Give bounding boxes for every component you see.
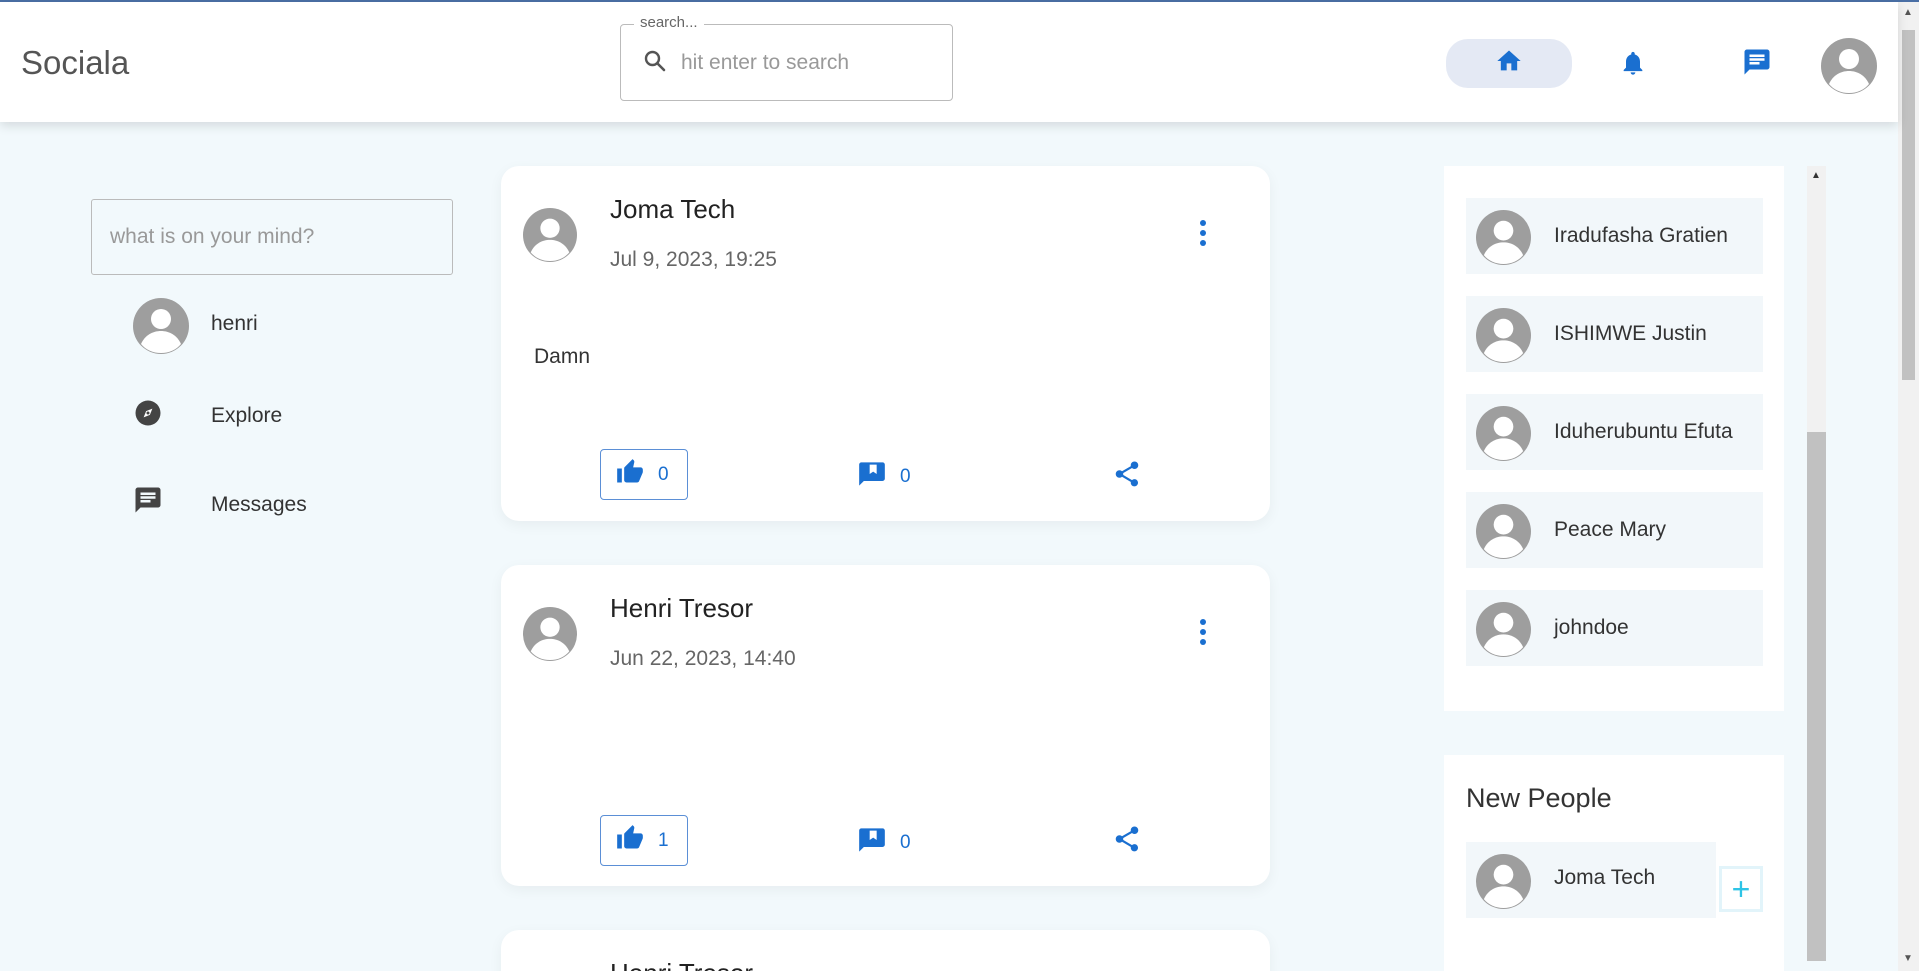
sidebar-user-name[interactable]: henri: [211, 312, 258, 336]
comment-button[interactable]: 0: [858, 826, 911, 860]
more-vert-icon[interactable]: [1193, 617, 1213, 652]
messages-button[interactable]: [1742, 47, 1772, 82]
list-item[interactable]: Peace Mary: [1466, 492, 1763, 568]
like-button[interactable]: 1: [600, 815, 688, 866]
search-icon: [643, 49, 667, 78]
list-item[interactable]: ISHIMWE Justin: [1466, 296, 1763, 372]
top-navbar: Sociala search...: [0, 2, 1898, 122]
add-friend-button[interactable]: +: [1719, 866, 1763, 912]
avatar: [1476, 504, 1531, 559]
search-input[interactable]: [681, 43, 941, 83]
sidebar-item-messages[interactable]: Messages: [211, 493, 307, 517]
thumb-up-icon: [616, 824, 644, 858]
friend-name: ISHIMWE Justin: [1554, 322, 1707, 345]
new-person-name: Joma Tech: [1554, 866, 1656, 889]
list-item[interactable]: Joma Tech: [1466, 842, 1716, 918]
search-box: search...: [620, 14, 953, 101]
post-author-name[interactable]: Joma Tech: [610, 194, 735, 225]
message-icon[interactable]: [133, 485, 163, 515]
home-icon: [1495, 47, 1523, 80]
post-body: Damn: [534, 345, 591, 368]
avatar: [1476, 854, 1531, 909]
friends-panel: Iradufasha Gratien ISHIMWE Justin Iduher…: [1444, 166, 1784, 711]
comment-button[interactable]: 0: [858, 460, 911, 494]
friend-name: johndoe: [1554, 616, 1629, 639]
friend-name: Peace Mary: [1554, 518, 1667, 541]
nav-home-button[interactable]: [1446, 39, 1572, 88]
list-item[interactable]: johndoe: [1466, 590, 1763, 666]
post-date: Jul 9, 2023, 19:25: [610, 248, 777, 271]
post-date: Jun 22, 2023, 14:40: [610, 647, 796, 670]
chat-icon: [1742, 47, 1772, 82]
post-author-name[interactable]: Henri Tresor: [610, 593, 753, 624]
panel-scrollbar-thumb[interactable]: [1807, 432, 1826, 961]
avatar: [1476, 308, 1531, 363]
post-composer-input[interactable]: [91, 199, 453, 275]
list-item[interactable]: Iduherubuntu Efuta: [1466, 394, 1763, 470]
share-icon[interactable]: [1112, 459, 1142, 494]
like-button[interactable]: 0: [600, 449, 688, 500]
friend-name: Iduherubuntu Efuta: [1554, 420, 1733, 443]
sidebar-user-avatar[interactable]: [133, 298, 189, 354]
window-scrollbar[interactable]: ▲ ▼: [1898, 2, 1919, 971]
post-card: Henri Tresor: [501, 930, 1270, 971]
comment-icon: [858, 460, 886, 494]
like-count: 1: [658, 829, 669, 851]
share-icon[interactable]: [1112, 824, 1142, 859]
compass-icon[interactable]: [133, 398, 163, 428]
brand-logo[interactable]: Sociala: [21, 44, 129, 82]
avatar: [1476, 210, 1531, 265]
comment-icon: [858, 826, 886, 860]
search-legend: search...: [634, 14, 704, 31]
panel-scrollbar[interactable]: ▲: [1807, 166, 1826, 961]
scroll-down-arrow-icon[interactable]: ▼: [1903, 953, 1913, 964]
post-author-avatar[interactable]: [523, 208, 577, 262]
scroll-up-arrow-icon[interactable]: ▲: [1811, 170, 1821, 181]
friend-name: Iradufasha Gratien: [1554, 224, 1728, 247]
avatar: [1476, 602, 1531, 657]
new-people-title: New People: [1466, 783, 1612, 813]
scroll-up-arrow-icon[interactable]: ▲: [1903, 7, 1913, 18]
comment-count: 0: [900, 466, 911, 487]
bell-icon: [1619, 48, 1647, 83]
like-count: 0: [658, 463, 669, 485]
list-item[interactable]: Iradufasha Gratien: [1466, 198, 1763, 274]
avatar: [1476, 406, 1531, 461]
notifications-button[interactable]: [1619, 48, 1647, 83]
post-card: Henri Tresor Jun 22, 2023, 14:40 1 0: [501, 565, 1270, 886]
new-people-panel: New People Joma Tech +: [1444, 755, 1784, 971]
comment-count: 0: [900, 832, 911, 853]
sidebar-item-explore[interactable]: Explore: [211, 404, 282, 428]
post-author-name[interactable]: Henri Tresor: [610, 958, 753, 971]
window-scrollbar-thumb[interactable]: [1902, 30, 1915, 380]
thumb-up-icon: [616, 458, 644, 492]
post-author-avatar[interactable]: [523, 607, 577, 661]
post-card: Joma Tech Jul 9, 2023, 19:25 Damn 0 0: [501, 166, 1270, 521]
profile-avatar[interactable]: [1821, 38, 1877, 94]
more-vert-icon[interactable]: [1193, 218, 1213, 253]
